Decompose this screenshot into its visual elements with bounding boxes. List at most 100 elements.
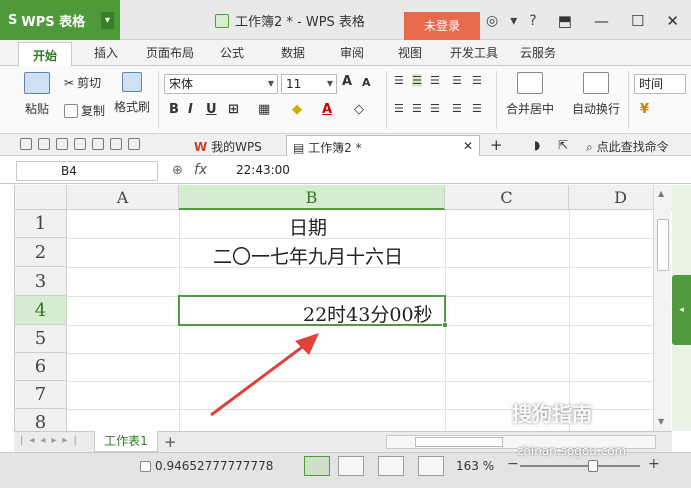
row-header-8[interactable]: 8 <box>15 409 67 431</box>
bold-button[interactable]: B <box>169 102 179 117</box>
sheet-tab-1[interactable]: 工作表1 <box>94 431 158 452</box>
scroll-up-icon[interactable]: ▲ <box>658 189 664 198</box>
insert-function-button[interactable]: fx <box>194 162 207 178</box>
align-left-icon[interactable]: ☰ <box>394 102 404 115</box>
align-middle-icon[interactable]: ☰ <box>412 74 422 87</box>
underline-button[interactable]: U <box>206 102 217 117</box>
chevron-down-icon[interactable]: ▾ <box>100 11 114 29</box>
currency-icon[interactable]: ¥ <box>640 102 649 117</box>
scroll-thumb[interactable] <box>657 219 669 271</box>
help-icon[interactable]: ? <box>529 13 536 29</box>
tab-page-layout[interactable]: 页面布局 <box>146 44 194 61</box>
wrap-text-button[interactable]: 自动换行 <box>572 72 620 117</box>
add-sheet-button[interactable]: + <box>164 433 177 451</box>
print-preview-icon[interactable] <box>92 138 104 150</box>
skin-icon[interactable]: ◎ <box>486 13 498 29</box>
side-panel-toggle[interactable]: ◂ <box>672 275 691 345</box>
scroll-thumb[interactable] <box>415 437 503 447</box>
name-box[interactable]: B4 <box>16 161 158 181</box>
zoom-out-button[interactable]: − <box>507 456 519 472</box>
column-header-b[interactable]: B <box>179 185 445 210</box>
align-bottom-icon[interactable]: ☰ <box>430 74 440 87</box>
print-icon[interactable] <box>74 138 86 150</box>
copy-button[interactable]: 复制 <box>64 102 105 119</box>
eye-protection-button[interactable] <box>418 456 444 476</box>
sync-icon[interactable]: ◗ <box>528 135 546 156</box>
justify-icon[interactable]: ☰ <box>452 102 462 115</box>
row-header-4[interactable]: 4 <box>15 296 67 325</box>
row-header-2[interactable]: 2 <box>15 238 67 267</box>
export-pdf-icon[interactable] <box>56 138 68 150</box>
fill-handle[interactable] <box>442 322 448 328</box>
normal-view-button[interactable] <box>304 456 330 476</box>
undo-icon[interactable] <box>110 138 122 150</box>
sheet-nav-arrows[interactable]: |◂◂▸▸| <box>20 435 83 446</box>
select-all-corner[interactable] <box>15 185 67 210</box>
font-color-icon[interactable]: A <box>322 102 332 117</box>
open-icon[interactable] <box>20 138 32 150</box>
font-size-select[interactable]: 11 ▼ <box>281 74 337 94</box>
column-header-c[interactable]: C <box>445 185 569 210</box>
app-menu-button[interactable]: S WPS 表格 ▾ <box>0 0 120 40</box>
tab-insert[interactable]: 插入 <box>94 44 118 61</box>
column-header-a[interactable]: A <box>67 185 179 210</box>
close-tab-icon[interactable]: ✕ <box>463 139 473 153</box>
zoom-level[interactable]: 163 % <box>456 459 494 473</box>
active-cell-cursor[interactable] <box>178 295 448 328</box>
tab-data[interactable]: 数据 <box>281 44 305 61</box>
new-tab-button[interactable]: + <box>484 133 509 154</box>
grow-font-icon[interactable]: A <box>342 74 352 89</box>
merge-center-button[interactable]: 合并居中 <box>506 72 554 117</box>
cell-b2[interactable]: 二〇一七年九月十六日 <box>213 242 403 269</box>
row-header-3[interactable]: 3 <box>15 267 67 296</box>
italic-button[interactable]: I <box>188 102 193 117</box>
row-header-6[interactable]: 6 <box>15 353 67 381</box>
tab-my-wps[interactable]: W 我的WPS <box>188 135 268 156</box>
fill-color-icon[interactable]: ▦ <box>258 102 270 117</box>
indent-icon[interactable]: ☰ <box>452 74 462 87</box>
login-button[interactable]: 未登录 <box>404 12 480 40</box>
highlight-icon[interactable]: ◆ <box>292 102 302 117</box>
number-format-select[interactable]: 时间 <box>634 74 686 94</box>
minimize-button[interactable]: — <box>594 12 609 30</box>
close-button[interactable]: ✕ <box>666 12 679 30</box>
vertical-scrollbar[interactable]: ▲ ▼ <box>653 185 671 431</box>
paste-button[interactable]: 粘贴 <box>24 72 50 117</box>
tab-home[interactable]: 开始 <box>18 42 73 66</box>
row-header-1[interactable]: 1 <box>15 210 67 238</box>
distribute-icon[interactable]: ☰ <box>472 102 482 115</box>
shirt-icon[interactable]: ▾ <box>510 13 517 29</box>
tab-workbook2[interactable]: ▤ 工作簿2 * ✕ <box>286 135 480 156</box>
tab-formulas[interactable]: 公式 <box>220 44 244 61</box>
font-name-select[interactable]: 宋体 ▼ <box>164 74 278 94</box>
restore-layout-icon[interactable]: ⬒ <box>558 12 572 30</box>
formula-input[interactable]: 22:43:00 <box>236 163 290 177</box>
outdent-icon[interactable]: ☰ <box>472 74 482 87</box>
spreadsheet-grid[interactable]: A B C D 1 2 3 4 5 6 7 8 日期 二〇一七年九月十六日 22… <box>14 185 672 431</box>
tab-view[interactable]: 视图 <box>398 44 422 61</box>
tab-review[interactable]: 审阅 <box>340 44 364 61</box>
more-icon[interactable] <box>128 138 140 150</box>
cut-button[interactable]: ✂ 剪切 <box>64 74 101 91</box>
zoom-slider-knob[interactable] <box>588 460 598 472</box>
align-top-icon[interactable]: ☰ <box>394 74 404 87</box>
zoom-icon[interactable]: ⊕ <box>172 163 183 178</box>
share-icon[interactable]: ⇱ <box>552 135 574 156</box>
cell-b1[interactable]: 日期 <box>289 213 327 240</box>
page-break-view-button[interactable] <box>338 456 364 476</box>
clear-format-icon[interactable]: ◇ <box>354 102 364 117</box>
tab-developer[interactable]: 开发工具 <box>450 44 498 61</box>
border-icon[interactable]: ⊞ <box>228 102 239 117</box>
format-painter-button[interactable]: 格式刷 <box>114 72 150 115</box>
align-right-icon[interactable]: ☰ <box>430 102 440 115</box>
zoom-in-button[interactable]: + <box>648 456 660 472</box>
row-header-5[interactable]: 5 <box>15 325 67 353</box>
command-search[interactable]: ⌕ 点此查找命令 <box>580 135 675 156</box>
maximize-button[interactable]: ☐ <box>631 12 644 30</box>
save-icon[interactable] <box>38 138 50 150</box>
reading-view-button[interactable] <box>378 456 404 476</box>
tab-cloud[interactable]: 云服务 <box>520 44 556 61</box>
scroll-down-icon[interactable]: ▼ <box>658 417 664 426</box>
shrink-font-icon[interactable]: A <box>362 76 371 89</box>
align-center-icon[interactable]: ☰ <box>412 102 422 115</box>
